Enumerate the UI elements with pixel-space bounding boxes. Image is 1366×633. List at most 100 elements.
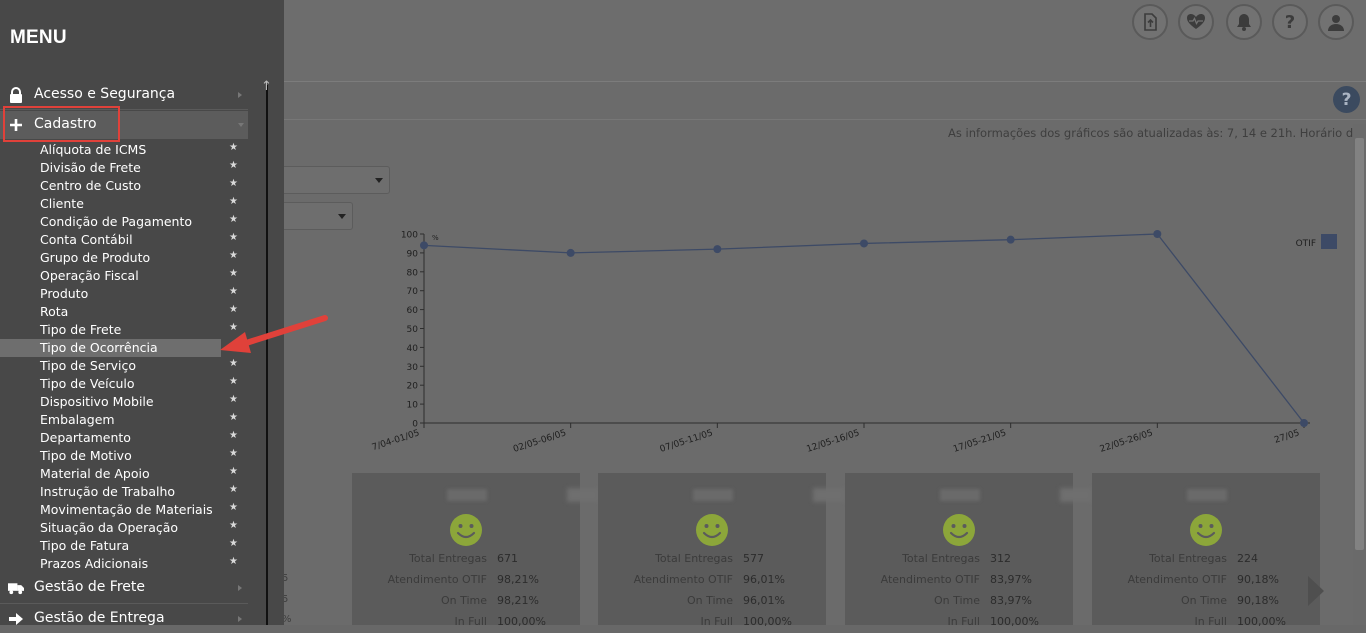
kpi-label: On Time <box>686 594 733 607</box>
menu-section-acesso-seguranca[interactable]: Acesso e Segurança <box>0 81 248 109</box>
menu-item-label: Tipo de Motivo <box>40 448 132 463</box>
favorite-star-icon[interactable]: ★ <box>229 502 238 513</box>
legend-label: OTIF <box>1296 239 1316 249</box>
favorite-star-icon[interactable]: ★ <box>229 160 238 171</box>
data-point <box>1300 419 1308 427</box>
menu-item[interactable]: Movimentação de Materiais ★ <box>0 501 244 519</box>
menu-item-label: Cliente <box>40 196 84 211</box>
menu-item[interactable]: Condição de Pagamento ★ <box>0 213 244 231</box>
chevron-down-icon <box>338 214 346 219</box>
menu-section-gestao-frete[interactable]: Gestão de Frete <box>0 574 248 602</box>
menu-item[interactable]: Dispositivo Mobile ★ <box>0 393 244 411</box>
kpi-value: 224 <box>1237 552 1258 565</box>
next-cards-arrow-icon[interactable] <box>1308 576 1324 606</box>
menu-item[interactable]: Cliente ★ <box>0 195 244 213</box>
kpi-row: Total Entregas 224 <box>1092 552 1320 568</box>
bell-icon[interactable] <box>1226 4 1262 40</box>
file-upload-icon[interactable] <box>1132 4 1168 40</box>
menu-item[interactable]: Tipo de Veículo ★ <box>0 375 244 393</box>
favorite-star-icon[interactable]: ★ <box>229 556 238 567</box>
menu-item[interactable]: Alíquota de ICMS ★ <box>0 141 244 159</box>
menu-item[interactable]: Instrução de Trabalho ★ <box>0 483 244 501</box>
menu-item[interactable]: Prazos Adicionais ★ <box>0 555 244 573</box>
favorite-star-icon[interactable]: ★ <box>229 520 238 531</box>
menu-item[interactable]: Divisão de Frete ★ <box>0 159 244 177</box>
kpi-row: In Full 100,00% <box>598 615 826 631</box>
favorite-star-icon[interactable]: ★ <box>229 178 238 189</box>
menu-item-label: Conta Contábil <box>40 232 133 247</box>
menu-item[interactable]: Produto ★ <box>0 285 244 303</box>
page-scrollbar-thumb[interactable] <box>1355 138 1364 550</box>
update-note: As informações dos gráficos são atualiza… <box>948 126 1366 140</box>
legend-swatch <box>1321 234 1337 249</box>
menu-item[interactable]: Operação Fiscal ★ <box>0 267 244 285</box>
scroll-up-arrow-icon[interactable]: ↑ <box>261 80 272 93</box>
favorite-star-icon[interactable]: ★ <box>229 358 238 369</box>
favorite-star-icon[interactable]: ★ <box>229 268 238 279</box>
favorite-star-icon[interactable]: ★ <box>229 250 238 261</box>
kpi-label: In Full <box>947 615 980 628</box>
menu-item[interactable]: Departamento ★ <box>0 429 244 447</box>
card-title-blurred <box>693 489 733 501</box>
chevron-down-icon <box>238 123 244 127</box>
card-title-blurred <box>940 489 980 501</box>
favorite-star-icon[interactable]: ★ <box>229 286 238 297</box>
menu-section-gestao-entrega[interactable]: Gestão de Entrega <box>0 605 248 633</box>
favorite-star-icon[interactable]: ★ <box>229 538 238 549</box>
favorite-star-icon[interactable]: ★ <box>229 214 238 225</box>
menu-item[interactable]: Tipo de Frete ★ <box>0 321 244 339</box>
favorite-star-icon[interactable]: ★ <box>229 142 238 153</box>
kpi-value: 577 <box>743 552 764 565</box>
card-separator-blurred <box>1060 488 1092 502</box>
menu-item[interactable]: Tipo de Fatura ★ <box>0 537 244 555</box>
menu-item[interactable]: Tipo de Ocorrência <box>0 339 221 357</box>
favorite-star-icon[interactable]: ★ <box>229 376 238 387</box>
chevron-right-icon <box>238 92 242 98</box>
heart-pulse-icon[interactable] <box>1178 4 1214 40</box>
kpi-card: Total Entregas 312 Atendimento OTIF 83,97% O… <box>845 473 1073 628</box>
x-tick-label: 22/05-26/05 <box>1099 428 1155 455</box>
menu-item-label: Instrução de Trabalho <box>40 484 176 499</box>
menu-item[interactable]: Centro de Custo ★ <box>0 177 244 195</box>
menu-item[interactable]: Tipo de Motivo ★ <box>0 447 244 465</box>
kpi-label: On Time <box>1180 594 1227 607</box>
help-icon[interactable]: ? <box>1272 4 1308 40</box>
menu-item[interactable]: Situação da Operação ★ <box>0 519 244 537</box>
favorite-star-icon[interactable]: ★ <box>229 196 238 207</box>
kpi-row: Atendimento OTIF 83,97% <box>845 573 1073 589</box>
menu-item-label: Prazos Adicionais <box>40 556 149 571</box>
menu-item[interactable]: Conta Contábil ★ <box>0 231 244 249</box>
y-tick-label: 40 <box>407 344 419 354</box>
menu-item-label: Situação da Operação <box>40 520 179 535</box>
menu-item[interactable]: Grupo de Produto ★ <box>0 249 244 267</box>
user-icon[interactable] <box>1318 4 1354 40</box>
menu-item[interactable]: Tipo de Serviço ★ <box>0 357 244 375</box>
kpi-value: 100,00% <box>1237 615 1286 628</box>
favorite-star-icon[interactable]: ★ <box>229 232 238 243</box>
menu-item-label: Embalagem <box>40 412 115 427</box>
favorite-star-icon[interactable]: ★ <box>229 430 238 441</box>
page-help-glyph: ? <box>1341 89 1352 110</box>
favorite-star-icon[interactable]: ★ <box>229 448 238 459</box>
menu-item-label: Tipo de Fatura <box>40 538 130 553</box>
favorite-star-icon[interactable]: ★ <box>229 466 238 477</box>
kpi-row: Total Entregas 312 <box>845 552 1073 568</box>
menu-item[interactable]: Material de Apoio ★ <box>0 465 244 483</box>
favorite-star-icon[interactable]: ★ <box>229 394 238 405</box>
kpi-row: Total Entregas 577 <box>598 552 826 568</box>
menu-item[interactable]: Embalagem ★ <box>0 411 244 429</box>
menu-item-label: Divisão de Frete <box>40 160 141 175</box>
favorite-star-icon[interactable]: ★ <box>229 484 238 495</box>
menu-item[interactable]: Rota ★ <box>0 303 244 321</box>
kpi-row: In Full 100,00% <box>845 615 1073 631</box>
kpi-row: On Time 90,18% <box>1092 594 1320 610</box>
menu-item-label: Operação Fiscal <box>40 268 139 283</box>
menu-item-label: Tipo de Serviço <box>40 358 137 373</box>
favorite-star-icon[interactable]: ★ <box>229 412 238 423</box>
y-tick-label: 30 <box>407 363 419 373</box>
kpi-label: On Time <box>933 594 980 607</box>
chevron-right-icon <box>238 585 242 591</box>
kpi-value: 83,97% <box>990 594 1032 607</box>
smiley-icon <box>696 514 728 546</box>
page-help-icon[interactable]: ? <box>1333 86 1360 113</box>
